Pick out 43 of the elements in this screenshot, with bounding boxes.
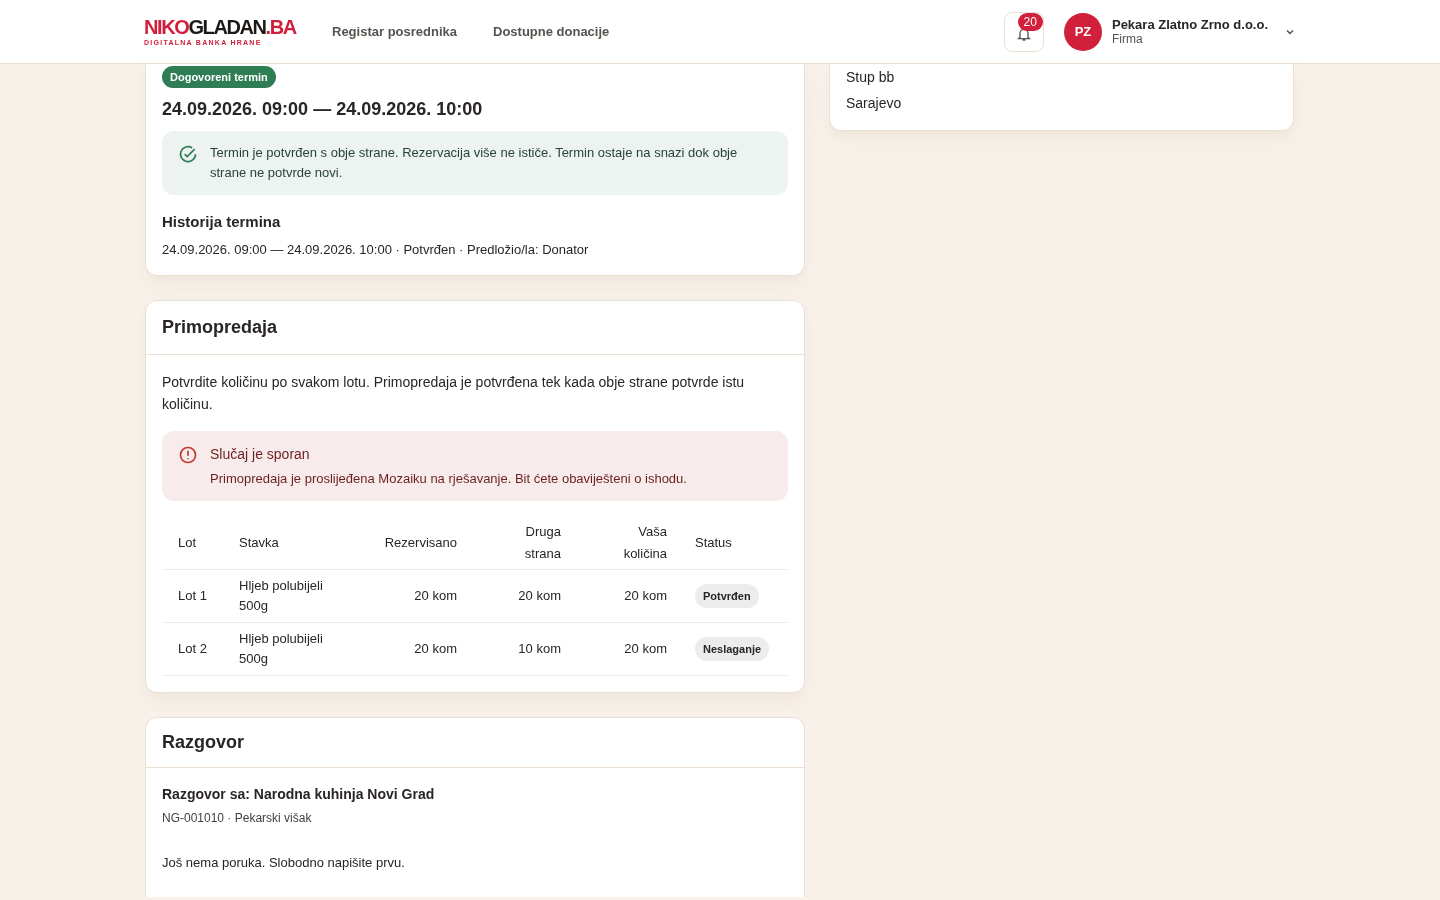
history-title: Historija termina <box>162 212 282 232</box>
column-header: Druga strana <box>469 517 573 570</box>
status-badge: Potvrđen <box>695 584 759 608</box>
intro-text: Potvrdite količinu po svakom lotu. Primopredaja je potvrđena tek kada obje strane potvrde istu količinu. <box>162 373 746 414</box>
column-header: Status <box>679 517 788 570</box>
status-badge: Neslaganje <box>695 637 770 661</box>
history-entry: 24.09.2026. 09:00 — 24.09.2026. 10:00 · Potvrđen · Predložio/la: Donator <box>162 240 590 259</box>
table-cell: Hljeb polubijeli 500g <box>223 622 369 676</box>
table-cell: 10 kom <box>469 622 573 676</box>
card-title: Razgovor <box>146 718 804 768</box>
alert-title: Slučaj je sporan <box>210 445 311 464</box>
chat-partner: Razgovor sa: Narodna kuhinja Novi Grad <box>162 785 436 804</box>
table-cell: 20 kom <box>369 622 469 676</box>
table-cell: 20 kom <box>469 569 573 623</box>
column-header: Rezervisano <box>369 517 469 570</box>
column-header: Vaša količina <box>573 517 679 570</box>
logo-wordmark: NIKOGLADAN.BA <box>144 16 296 38</box>
user-name: Pekara Zlatno Zrno d.o.o. <box>1111 16 1268 32</box>
address-line: Stup bb <box>846 68 896 87</box>
appointment-time: 24.09.2026. 09:00 — 24.09.2026. 10:00 <box>162 98 484 121</box>
user-avatar[interactable]: PZ <box>1063 12 1102 51</box>
card-title: Primopredaja <box>146 301 804 355</box>
nav-link[interactable]: Dostupne donacije <box>493 21 610 42</box>
notification-button[interactable]: 20 <box>1003 11 1044 52</box>
nav-link[interactable]: Registar posrednika <box>332 21 457 42</box>
column-header: Lot <box>162 517 223 570</box>
table-cell: 20 kom <box>573 569 679 623</box>
table-cell: Lot 2 <box>162 622 223 676</box>
table-cell: Hljeb polubijeli 500g <box>223 569 369 623</box>
table-cell: 20 kom <box>573 622 679 676</box>
chat-meta: NG-001010 · Pekarski višak <box>162 810 313 827</box>
alert-circle-icon <box>178 445 198 465</box>
user-role: Firma <box>1111 31 1144 47</box>
notice-text: Termin je potvrđen s obje strane. Rezervacija više ne ističe. Termin ostaje na snazi dok obje strane ne potvrde novi. <box>210 144 739 182</box>
table-cell: 20 kom <box>369 569 469 623</box>
check-circle-icon <box>178 145 198 165</box>
alert-text: Primopredaja je proslijeđena Mozaiku na rješavanje. Bit ćete obaviješteni o ishodu. <box>210 470 687 488</box>
empty-message: Još nema poruka. Slobodno napišite prvu. <box>162 854 406 872</box>
address-line: Sarajevo <box>846 94 903 113</box>
table-cell: Lot 1 <box>162 569 223 623</box>
status-badge: Dogovoreni termin <box>162 66 276 88</box>
column-header: Stavka <box>223 517 369 570</box>
notification-badge: 20 <box>1017 12 1043 31</box>
